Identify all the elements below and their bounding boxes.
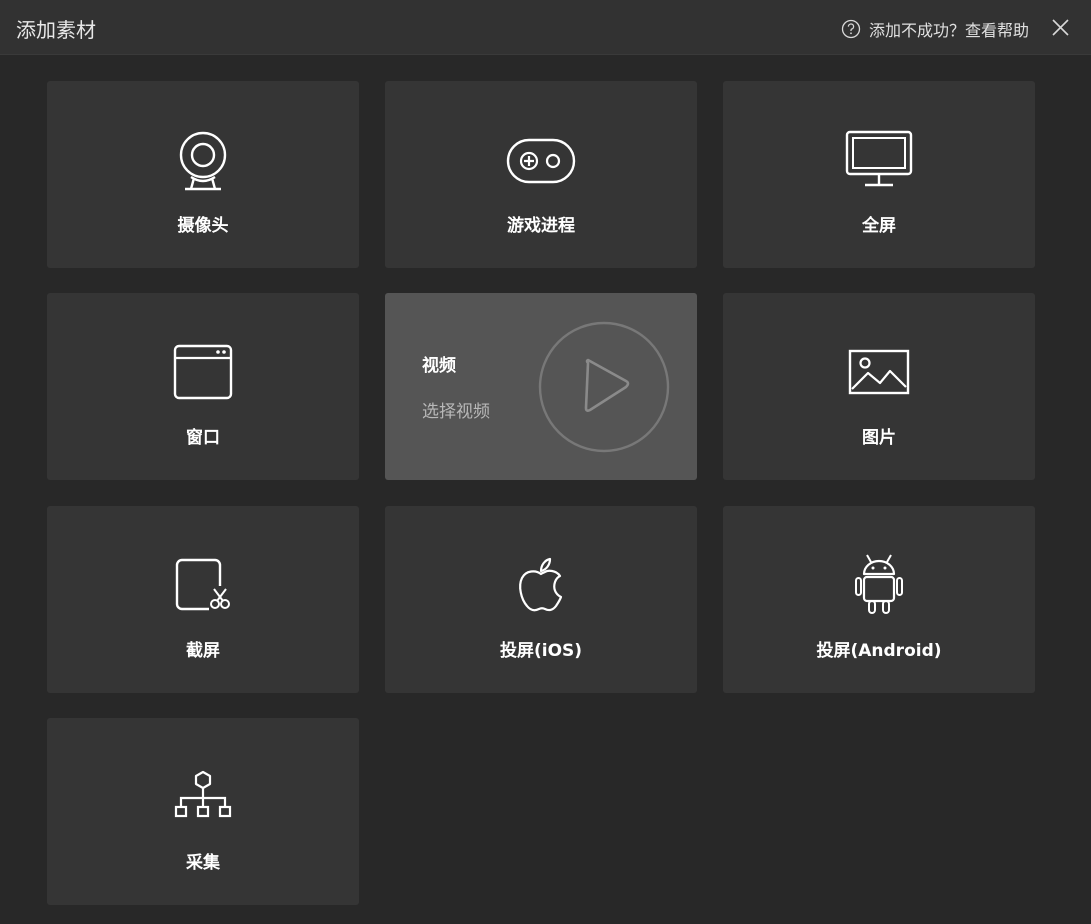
close-icon[interactable] bbox=[1050, 17, 1071, 38]
question-circle-icon bbox=[841, 19, 861, 39]
tile-android-mirror[interactable]: 投屏(Android) bbox=[723, 506, 1035, 693]
tile-fullscreen[interactable]: 全屏 bbox=[723, 81, 1035, 268]
dialog-title: 添加素材 bbox=[16, 18, 96, 42]
play-icon bbox=[538, 321, 670, 453]
tile-label: 投屏(Android) bbox=[816, 641, 942, 661]
tile-label: 窗口 bbox=[186, 428, 220, 448]
tile-label: 截屏 bbox=[186, 641, 220, 661]
gamepad-icon bbox=[506, 138, 576, 184]
tile-label: 全屏 bbox=[862, 216, 896, 236]
monitor-icon bbox=[845, 130, 913, 187]
tile-capture[interactable]: 采集 bbox=[47, 718, 359, 905]
tile-video[interactable]: 视频 选择视频 bbox=[385, 293, 697, 480]
tile-ios-mirror[interactable]: 投屏(iOS) bbox=[385, 506, 697, 693]
tile-game-process[interactable]: 游戏进程 bbox=[385, 81, 697, 268]
screenshot-icon bbox=[175, 558, 230, 611]
title-bar: 添加素材 添加不成功？查看帮助 bbox=[0, 0, 1091, 55]
tile-image[interactable]: 图片 bbox=[723, 293, 1035, 480]
tile-label: 投屏(iOS) bbox=[499, 641, 583, 661]
help-text: 添加不成功？查看帮助 bbox=[868, 21, 1029, 40]
android-icon bbox=[855, 554, 903, 614]
image-icon bbox=[848, 349, 910, 395]
window-icon bbox=[173, 344, 233, 400]
tile-label: 视频 bbox=[422, 356, 456, 376]
tile-screenshot[interactable]: 截屏 bbox=[47, 506, 359, 693]
tile-label: 摄像头 bbox=[177, 216, 229, 236]
webcam-icon bbox=[179, 131, 227, 191]
network-tree-icon bbox=[174, 770, 232, 818]
tile-label: 图片 bbox=[862, 428, 896, 448]
help-link[interactable]: 添加不成功？查看帮助 bbox=[841, 17, 1029, 41]
tile-webcam[interactable]: 摄像头 bbox=[47, 81, 359, 268]
apple-icon bbox=[519, 557, 563, 612]
tile-label: 采集 bbox=[186, 853, 220, 873]
tile-window[interactable]: 窗口 bbox=[47, 293, 359, 480]
select-video-link[interactable]: 选择视频 bbox=[422, 397, 490, 422]
tile-label: 游戏进程 bbox=[507, 216, 575, 236]
